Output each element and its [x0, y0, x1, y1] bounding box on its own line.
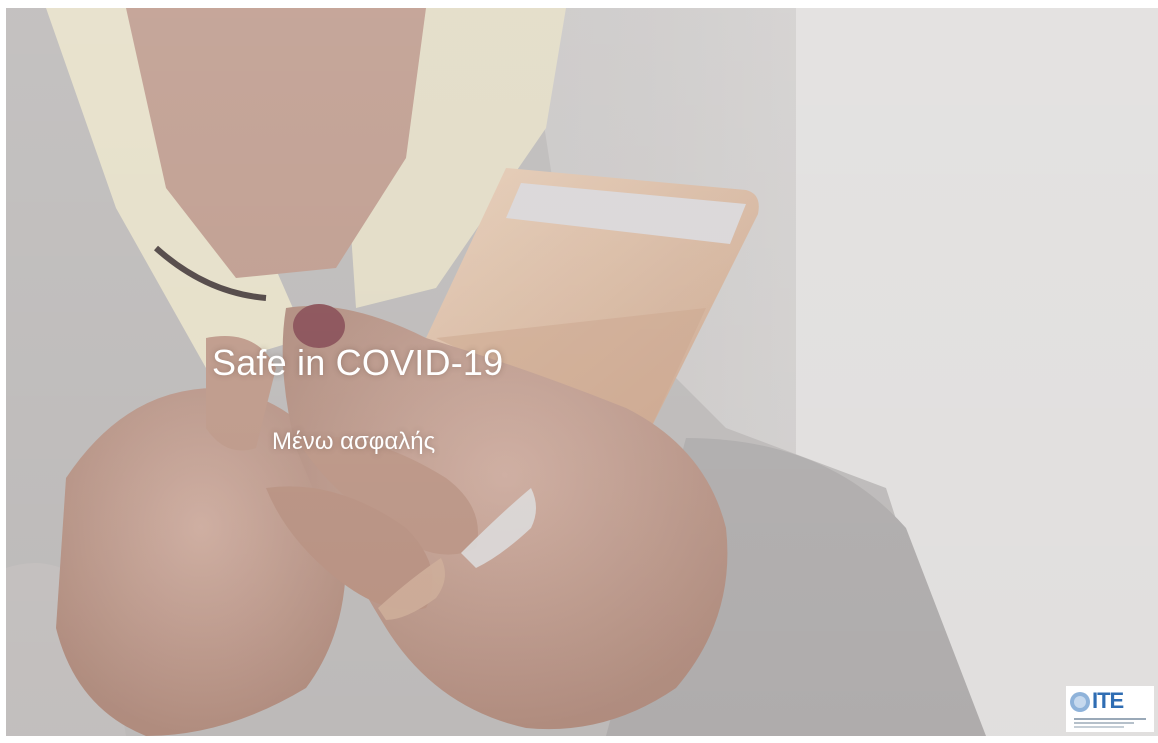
ite-logo: ITE: [1066, 686, 1154, 732]
slide-title: Safe in COVID-19: [212, 342, 504, 383]
background-photo: [6, 8, 1158, 736]
slide-subtitle: Μένω ασφαλής: [272, 428, 436, 455]
title-slide: Safe in COVID-19 Μένω ασφαλής ITE: [6, 8, 1158, 736]
logo-text: ITE: [1092, 688, 1124, 713]
